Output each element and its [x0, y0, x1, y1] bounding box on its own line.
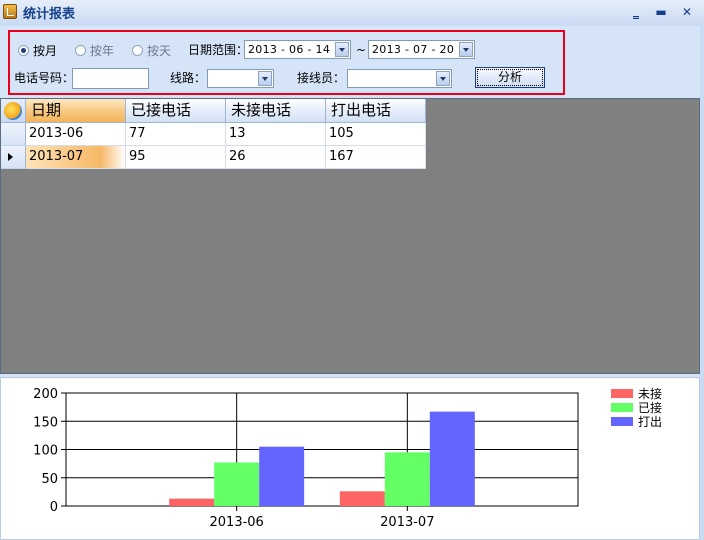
- window-title: 统计报表: [23, 7, 76, 22]
- column-header-answered[interactable]: 已接电话: [126, 99, 226, 123]
- date-range-label: 日期范围：: [188, 43, 249, 57]
- close-button[interactable]: ✕: [678, 4, 696, 20]
- operator-select[interactable]: [347, 69, 452, 88]
- chevron-down-icon[interactable]: [258, 71, 272, 86]
- row-header[interactable]: [1, 123, 26, 146]
- date-to-value: 2013 - 07 - 20: [372, 43, 455, 56]
- date-from-value: 2013 - 06 - 14: [248, 43, 331, 56]
- chevron-down-icon[interactable]: [436, 71, 450, 86]
- legend-label: 打出: [638, 415, 662, 429]
- bar-已接-2013-06: [214, 462, 260, 506]
- line-label: 线路：: [170, 71, 207, 85]
- date-from-picker[interactable]: 2013 - 06 - 14: [244, 40, 351, 59]
- table-cell[interactable]: 13: [226, 123, 326, 146]
- bar-打出-2013-07: [429, 411, 475, 506]
- row-header[interactable]: [1, 146, 26, 169]
- bar-未接-2013-06: [169, 498, 215, 506]
- minimize-button[interactable]: ‗: [627, 4, 645, 20]
- bar-打出-2013-06: [259, 446, 305, 506]
- radio-dot: [75, 45, 86, 56]
- chevron-down-icon[interactable]: [335, 42, 349, 57]
- table-cell[interactable]: 26: [226, 146, 326, 169]
- analyze-button[interactable]: 分析: [475, 67, 545, 88]
- table-cell[interactable]: 2013-06: [26, 123, 126, 146]
- window-border: [700, 26, 704, 540]
- maximize-button[interactable]: ▬: [652, 4, 670, 20]
- table-cell[interactable]: 105: [326, 123, 426, 146]
- legend-label: 未接: [638, 386, 662, 401]
- line-select[interactable]: [207, 69, 274, 88]
- y-tick-label: 0: [50, 500, 58, 515]
- radio-dot: [18, 45, 29, 56]
- x-tick-label: 2013-06: [210, 515, 264, 530]
- y-tick-label: 200: [33, 387, 58, 402]
- table-cell[interactable]: 167: [326, 146, 426, 169]
- radio-label: 按月: [33, 44, 58, 58]
- legend-swatch: [611, 389, 633, 398]
- x-tick-label: 2013-07: [380, 515, 434, 530]
- chevron-down-icon[interactable]: [459, 42, 473, 57]
- radio-label: 按天: [147, 44, 172, 58]
- y-tick-label: 150: [33, 415, 58, 430]
- radio-dot: [132, 45, 143, 56]
- y-tick-label: 50: [41, 472, 58, 487]
- column-header-missed[interactable]: 未接电话: [226, 99, 326, 123]
- bar-未接-2013-07: [339, 491, 385, 506]
- legend-swatch: [611, 417, 633, 426]
- current-row-arrow-icon: [8, 153, 13, 161]
- operator-label: 接线员：: [297, 71, 346, 85]
- date-separator: ~: [356, 43, 367, 57]
- title-bar: [0, 0, 704, 26]
- radio-label: 按年: [90, 44, 115, 58]
- globe-icon: [4, 102, 22, 120]
- column-header-date[interactable]: 日期: [26, 99, 126, 123]
- column-header-outgoing[interactable]: 打出电话: [326, 99, 426, 123]
- legend-label: 已接: [638, 400, 662, 415]
- table-cell[interactable]: 2013-07: [26, 146, 126, 169]
- table-cell[interactable]: 77: [126, 123, 226, 146]
- y-tick-label: 100: [33, 444, 58, 459]
- bar-已接-2013-07: [384, 452, 430, 506]
- bar-chart: 0 50 100 150 200 2013-06 2013-07 未接已接打出: [33, 386, 662, 530]
- date-to-picker[interactable]: 2013 - 07 - 20: [368, 40, 475, 59]
- table-cell[interactable]: 95: [126, 146, 226, 169]
- legend-swatch: [611, 403, 633, 412]
- phone-input[interactable]: [72, 68, 149, 89]
- phone-label: 电话号码：: [14, 71, 75, 85]
- app-icon: [3, 4, 17, 19]
